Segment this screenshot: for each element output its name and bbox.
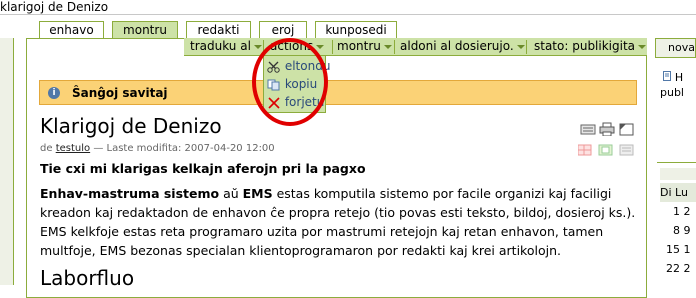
tab-enhavo[interactable]: enhavo <box>39 21 104 38</box>
chevron-down-icon <box>638 44 647 49</box>
chevron-down-icon <box>253 44 262 49</box>
news-item-label: H <box>674 71 684 84</box>
divider <box>0 14 696 15</box>
portlet-title: nova <box>668 41 695 54</box>
add-label: aldoni al dosierujo. <box>400 39 514 53</box>
calendar: Di Lu 1 2 8 9 15 1 22 2 <box>660 183 696 278</box>
add-menu[interactable]: aldoni al dosierujo. <box>400 38 525 55</box>
left-panel <box>0 38 14 285</box>
news-item-text: publ <box>660 86 684 99</box>
doc-actions <box>580 122 636 137</box>
calendar-week: 8 9 <box>660 221 696 240</box>
page-title: Klarigoj de Denizo <box>40 114 222 138</box>
tab-label: redakti <box>197 23 240 37</box>
tab-eroj[interactable]: eroj <box>259 21 307 38</box>
tab-redakti[interactable]: redakti <box>186 21 251 38</box>
calendar-week: 15 1 <box>660 240 696 259</box>
divider <box>526 40 527 54</box>
news-item[interactable]: H <box>663 70 683 84</box>
right-column: nova H publ Di Lu 1 2 8 9 15 1 22 2 <box>655 38 696 285</box>
image-view-icon[interactable] <box>598 144 613 156</box>
tab-label: kunposedi <box>325 23 387 37</box>
display-menu[interactable]: montru <box>337 38 392 55</box>
modified-date: — Laste modifita: 2007-04-20 12:00 <box>93 143 275 154</box>
table-view-icon[interactable] <box>577 144 592 156</box>
list-view-icon[interactable] <box>619 144 634 156</box>
tab-kunposedi[interactable]: kunposedi <box>315 21 397 38</box>
author-link[interactable]: testulo <box>56 143 90 154</box>
calendar-day[interactable]: 2 <box>684 205 691 218</box>
calendar-day[interactable]: 8 <box>660 221 680 240</box>
calendar-days-header: Di Lu <box>660 183 696 202</box>
calendar-day[interactable]: 1 <box>684 243 691 256</box>
annotation-circle <box>252 38 328 126</box>
calendar-header <box>660 168 696 180</box>
portlet-header: nova <box>655 38 696 58</box>
chevron-down-icon <box>383 44 392 49</box>
calendar-day[interactable]: 1 <box>660 202 680 221</box>
divider <box>394 40 395 54</box>
state-menu[interactable]: stato: publikigita <box>534 38 647 55</box>
translate-menu[interactable]: traduku al <box>190 38 262 55</box>
body-text: aŭ <box>219 186 243 201</box>
view-icons <box>577 144 636 159</box>
byline-prefix: de <box>40 143 53 154</box>
calendar-day[interactable]: 22 <box>660 259 680 278</box>
translate-label: traduku al <box>190 39 251 53</box>
section-heading: Laborfluo <box>40 266 135 290</box>
info-icon: i <box>48 87 60 99</box>
calendar-week: 1 2 <box>660 202 696 221</box>
layout-icons <box>577 144 634 156</box>
document-body: Enhav-mastruma sistemo aŭ EMS estas komp… <box>40 184 638 260</box>
fullscreen-icon[interactable] <box>619 123 634 136</box>
chevron-down-icon <box>316 44 325 49</box>
action-bar: traduku al actions montru aldoni al dosi… <box>184 38 647 56</box>
tab-label: enhavo <box>49 23 94 37</box>
chevron-down-icon <box>516 44 525 49</box>
bold-term: Enhav-mastruma sistemo <box>40 186 220 201</box>
calendar-day[interactable]: 2 <box>684 262 691 275</box>
window-title: klarigoj de Denizo <box>0 0 109 14</box>
tab-label: eroj <box>271 23 295 37</box>
calendar-week: 22 2 <box>660 259 696 278</box>
tab-montru[interactable]: montru <box>112 21 178 39</box>
divider <box>332 40 333 54</box>
status-message: i Ŝanĝoj savitaj <box>39 80 637 105</box>
status-message-text: Ŝanĝoj savitaj <box>72 86 168 100</box>
calendar-day[interactable]: 15 <box>660 240 680 259</box>
byline: de testulo — Laste modifita: 2007-04-20 … <box>40 143 275 154</box>
calendar-day[interactable]: 9 <box>684 224 691 237</box>
state-label: stato: publikigita <box>534 39 636 53</box>
display-label: montru <box>337 39 381 53</box>
document-action-icons <box>580 122 634 137</box>
document-description: Tie cxi mi klarigas kelkajn aferojn pri … <box>40 161 366 176</box>
bold-term: EMS <box>242 186 273 201</box>
page-icon <box>663 71 671 81</box>
divider <box>657 162 696 163</box>
print-icon[interactable] <box>599 122 615 137</box>
tab-label: montru <box>123 23 167 37</box>
send-to-icon[interactable] <box>580 124 596 135</box>
